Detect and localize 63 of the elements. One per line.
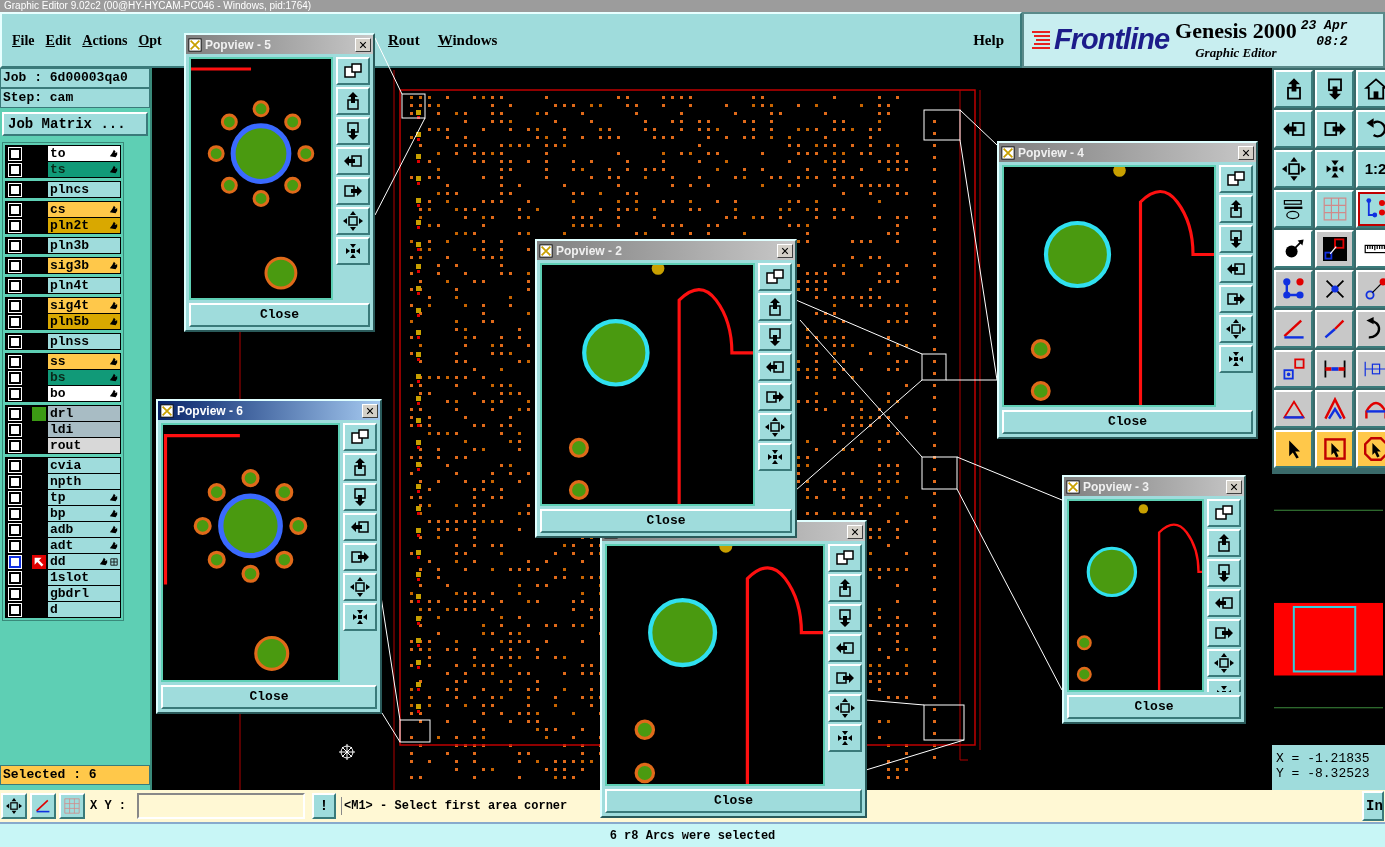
coordinate-readout: X = -1.21835 <box>1276 751 1371 766</box>
layer-name[interactable]: dd <box>48 554 120 569</box>
job-matrix-button[interactable]: Job Matrix ... <box>2 112 148 136</box>
layer-name[interactable]: pln5b <box>48 314 120 329</box>
prompt-text: <M1> - Select first area corner <box>341 797 568 815</box>
layer-name[interactable]: ts <box>48 162 120 177</box>
layer-name[interactable]: pln4t <box>48 278 120 293</box>
layer-name[interactable]: adb <box>48 522 120 537</box>
zoom-ratio-button[interactable]: 1:2 <box>1356 150 1385 188</box>
layer-name[interactable]: tp <box>48 490 120 505</box>
menu-item[interactable]: Rout <box>388 28 420 52</box>
popview-close-button[interactable]: Close <box>189 303 370 327</box>
layer-name[interactable]: bp <box>48 506 120 521</box>
product-subtitle: Graphic Editor <box>1195 44 1277 62</box>
xy-label: X Y : <box>90 798 126 815</box>
coordinate-readout: Y = -8.32523 <box>1276 766 1371 781</box>
menu-item[interactable]: File <box>12 29 35 51</box>
window-title: Graphic Editor 9.02c2 (00@HY-HYCAM-PC046 - Windows, pid:1764) <box>4 0 312 12</box>
popview-title: Popview - 6 <box>177 402 244 420</box>
popview-close-button[interactable]: Close <box>605 789 862 813</box>
status-bar: 6 r8 Arcs were selected <box>0 822 1385 847</box>
layer-name[interactable]: cs <box>48 202 120 217</box>
menu-item[interactable]: Help <box>973 28 1020 52</box>
layer-name[interactable]: plnss <box>48 334 120 349</box>
command-button[interactable]: In <box>1362 791 1384 821</box>
layer-name[interactable]: gbdrl <box>48 586 120 601</box>
popview-title: Popview - 5 <box>205 36 272 54</box>
layer-name[interactable]: to <box>48 146 120 161</box>
layer-name[interactable]: pln2t <box>48 218 120 233</box>
product-name: Genesis 2000 <box>1175 18 1297 44</box>
menu-item[interactable]: Windows <box>437 28 498 52</box>
job-label: Job : 6d00003qa0 <box>0 68 150 88</box>
layer-name[interactable]: ldi <box>48 422 120 437</box>
layer-name[interactable]: bs <box>48 370 120 385</box>
layer-name[interactable]: ss <box>48 354 120 369</box>
menu-item[interactable]: Actions <box>82 29 128 51</box>
layer-name[interactable]: plncs <box>48 182 120 197</box>
popview-title: Popview - 3 <box>1083 478 1150 496</box>
layer-name[interactable]: drl <box>48 406 120 421</box>
popview-title: Popview - 2 <box>556 242 623 260</box>
time-label: 08:2 <box>1316 34 1348 50</box>
menu-item[interactable]: Edit <box>45 29 72 51</box>
popview-close-button[interactable]: Close <box>161 685 377 709</box>
layer-name[interactable]: sig4t <box>48 298 120 313</box>
layer-name[interactable]: pln3b <box>48 238 120 253</box>
layer-name[interactable]: d <box>48 602 120 617</box>
alert-button[interactable]: ! <box>312 793 336 819</box>
brand-logo: Frontline <box>1054 22 1170 58</box>
layer-name[interactable]: bo <box>48 386 120 401</box>
step-label: Step: cam <box>0 88 150 108</box>
popview-close-button[interactable]: Close <box>540 509 792 533</box>
popview-close-button[interactable]: Close <box>1002 410 1253 434</box>
selected-count: Selected : 6 <box>0 765 150 785</box>
popview-close-button[interactable]: Close <box>1067 695 1241 719</box>
layer-name[interactable]: 1slot <box>48 570 120 585</box>
menu-item[interactable]: Opt <box>138 29 162 51</box>
date-label: 23 Apr <box>1300 18 1348 34</box>
layer-name[interactable]: sig3b <box>48 258 120 273</box>
layer-name[interactable]: cvia <box>48 458 120 473</box>
popview-title: Popview - 4 <box>1018 144 1085 162</box>
layer-name[interactable]: adt <box>48 538 120 553</box>
layer-name[interactable]: rout <box>48 438 120 453</box>
layer-name[interactable]: npth <box>48 474 120 489</box>
